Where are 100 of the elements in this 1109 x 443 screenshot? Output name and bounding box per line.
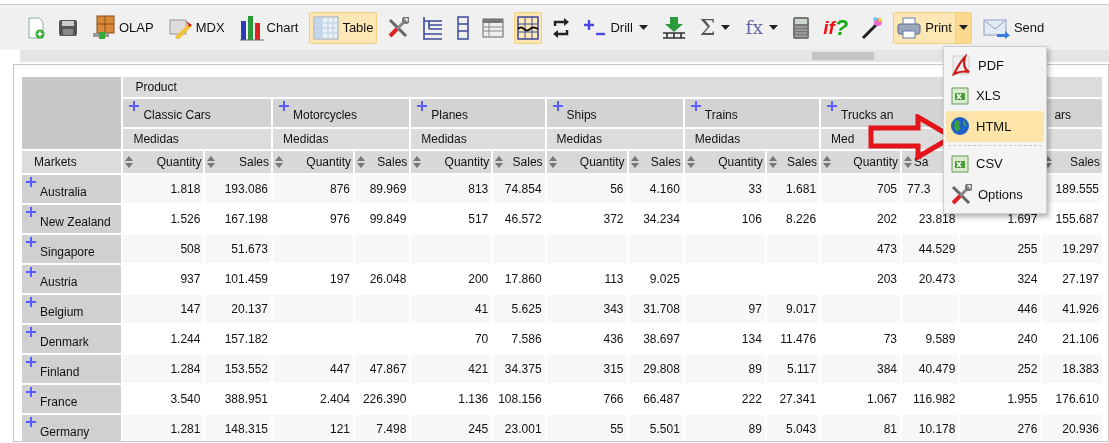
plus-icon — [129, 101, 140, 111]
row-header[interactable]: France — [22, 385, 122, 413]
sort-icon — [125, 156, 134, 168]
toolbar-button[interactable]: Chart — [235, 11, 303, 44]
plus-icon — [26, 297, 36, 307]
table-cell: 255 — [960, 235, 1041, 263]
caret-icon — [638, 24, 648, 31]
table-cell: 55 — [546, 415, 627, 441]
column-header[interactable]: Sales — [628, 151, 683, 173]
table-cell: 74.854 — [493, 175, 545, 203]
column-header[interactable]: Quantity — [684, 151, 765, 173]
row-header[interactable]: Austria — [22, 265, 122, 293]
dropdown-button[interactable]: Σ — [695, 11, 735, 44]
column-header[interactable]: Quantity — [273, 151, 353, 173]
column-header[interactable]: Sales — [766, 151, 820, 173]
table-cell: 4.160 — [628, 175, 683, 203]
split-button[interactable]: Drill — [580, 11, 652, 44]
sort-icon — [904, 156, 913, 168]
column-header[interactable]: Sales — [493, 151, 545, 173]
column-header[interactable]: Quantity — [821, 151, 901, 173]
group-header[interactable]: Motorcycles — [273, 99, 410, 127]
table-cell: 5.501 — [628, 415, 683, 441]
sort-icon — [768, 156, 777, 168]
column-header[interactable]: Quantity — [123, 151, 204, 173]
toolbar-button[interactable] — [514, 11, 543, 44]
group-header[interactable]: Planes — [411, 99, 545, 127]
table-cell: 315 — [546, 355, 627, 383]
table-cell: 31.708 — [628, 295, 683, 323]
menu-item[interactable]: PDF — [946, 50, 1044, 81]
table-cell: 29.808 — [628, 355, 683, 383]
table-cell: 89.969 — [355, 175, 410, 203]
group-header[interactable]: Trains — [684, 99, 820, 127]
sort-icon — [207, 156, 216, 168]
row-header[interactable]: Finland — [22, 355, 122, 383]
column-header[interactable]: Sales — [205, 151, 272, 173]
dropdown-button[interactable] — [954, 12, 971, 43]
row-header[interactable]: Germany — [22, 415, 122, 441]
table-cell: 19.297 — [1042, 235, 1102, 263]
tree-icon — [422, 15, 445, 40]
table-cell: 9.017 — [766, 295, 820, 323]
table-cell: 876 — [273, 175, 353, 203]
toolbar-button[interactable]: Table — [309, 11, 378, 44]
measure-group-header: Medidas — [123, 129, 272, 149]
sort-icon — [495, 156, 504, 168]
dropdown-button[interactable]: fx — [741, 11, 783, 44]
table-cell: 473 — [821, 235, 901, 263]
table-cell: 81 — [821, 415, 901, 441]
sort-icon — [686, 156, 695, 168]
table-cell: 41 — [411, 295, 492, 323]
table-cell: 813 — [411, 175, 492, 203]
list-icon — [482, 17, 505, 38]
table-cell: 7.498 — [355, 415, 410, 441]
save-icon — [58, 17, 78, 38]
bar-chart-icon — [239, 14, 264, 41]
sort-icon — [357, 156, 365, 168]
row-header[interactable]: Belgium — [22, 295, 122, 323]
row-header[interactable]: New Zealand — [22, 205, 122, 233]
row-header[interactable]: Australia — [22, 175, 122, 203]
group-header[interactable]: Classic Cars — [123, 99, 272, 127]
table-cell: 44.529 — [902, 235, 959, 263]
plus-icon — [26, 207, 36, 217]
tools-icon — [950, 183, 972, 206]
toolbar-button[interactable]: OLAP — [88, 11, 158, 44]
measure-group-header: Medidas — [273, 129, 410, 149]
table-cell: 18.383 — [1042, 355, 1102, 383]
row-header[interactable]: Singapore — [22, 235, 122, 263]
plus-icon — [552, 101, 563, 111]
plus-icon — [26, 357, 36, 367]
scrollbar-thumb[interactable] — [812, 52, 874, 60]
table-cell: 41.926 — [1042, 295, 1102, 323]
menu-item[interactable]: HTML — [946, 111, 1044, 142]
table-cell: 421 — [411, 355, 492, 383]
column-header[interactable]: Sales — [355, 151, 410, 173]
tools-icon — [387, 16, 410, 39]
split-button[interactable]: Print — [893, 11, 972, 44]
new-file-icon — [27, 16, 45, 39]
row-header[interactable]: Denmark — [22, 325, 122, 353]
table-cell: 446 — [960, 295, 1041, 323]
sort-icon — [413, 156, 422, 168]
download-icon — [661, 15, 686, 40]
caret-icon — [721, 24, 731, 31]
plus-icon — [26, 177, 36, 187]
sort-icon — [630, 156, 639, 168]
toolbar-button[interactable]: MDX — [164, 11, 229, 44]
group-header[interactable]: Ships — [546, 99, 683, 127]
table-cell: 705 — [821, 175, 901, 203]
sort-icon — [823, 156, 832, 168]
column-header[interactable]: Quantity — [411, 151, 492, 173]
table-cell: 51.673 — [205, 235, 272, 263]
table-cell: 40.479 — [902, 355, 959, 383]
table-cell: 1.281 — [123, 415, 204, 441]
table-cell: 508 — [123, 235, 204, 263]
plus-icon — [417, 101, 428, 111]
column-header[interactable]: Quantity — [546, 151, 627, 173]
plus-minus-icon — [584, 17, 607, 38]
table-cell: 193.086 — [205, 175, 272, 203]
toolbar-button[interactable]: Send — [978, 11, 1049, 44]
measure-group-header: Medidas — [411, 129, 545, 149]
sort-icon — [1044, 156, 1053, 168]
toolbar-button[interactable]: if? — [820, 11, 852, 44]
